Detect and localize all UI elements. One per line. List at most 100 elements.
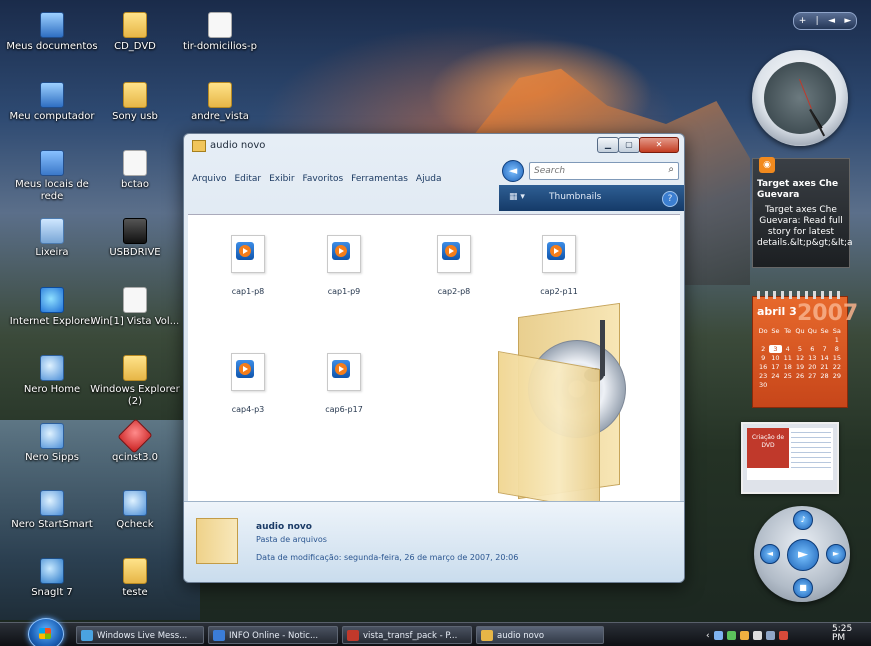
calendar-day[interactable]: 5 <box>794 345 806 353</box>
calendar-day[interactable]: 10 <box>769 354 781 362</box>
desktop-icon-sony-usb[interactable]: Sony usb <box>87 82 183 123</box>
file-item[interactable]: cap1-p9 <box>298 235 390 296</box>
calendar-day[interactable]: 9 <box>757 354 769 362</box>
search-input[interactable] <box>530 163 662 179</box>
calendar-day[interactable]: 23 <box>757 372 769 380</box>
menu-exibir[interactable]: Exibir <box>269 174 294 184</box>
desktop-icon-nero-sipps[interactable]: Nero Sipps <box>4 423 100 464</box>
minimize-button[interactable]: ▁ <box>597 137 619 153</box>
tray-volume-icon[interactable] <box>752 630 762 640</box>
back-button[interactable]: ◄ <box>502 160 524 182</box>
calendar-day[interactable]: 25 <box>782 372 794 380</box>
taskbar-item-audio-novo[interactable]: audio novo <box>476 626 604 644</box>
slideshow-gadget[interactable]: Criação de DVD <box>741 422 839 494</box>
sidebar-add-gadget-button[interactable]: + <box>799 16 807 26</box>
tray-app-icon[interactable] <box>739 630 749 640</box>
sidebar-previous-button[interactable]: ◄ <box>828 16 835 26</box>
taskbar-item-vista-transf-pack[interactable]: vista_transf_pack - P... <box>342 626 472 644</box>
file-item[interactable]: cap6-p17 <box>298 353 390 414</box>
views-button[interactable]: ▦ ▾ <box>509 192 525 202</box>
desktop-icon-qcinst[interactable]: qcinst3.0 <box>87 418 183 464</box>
feed-headlines-gadget[interactable]: ◉ Target axes Che Guevara Target axes Ch… <box>752 157 853 268</box>
desktop-icon-lixeira[interactable]: Lixeira <box>4 218 100 259</box>
stop-button[interactable]: ■ <box>793 578 813 598</box>
menu-arquivo[interactable]: Arquivo <box>192 174 226 184</box>
clock-gadget[interactable] <box>752 50 848 146</box>
desktop-icon-windows-explorer[interactable]: Windows Explorer (2) <box>87 355 183 408</box>
search-icon[interactable]: ⌕ <box>668 164 674 175</box>
calendar-day[interactable]: 24 <box>769 372 781 380</box>
menu-ajuda[interactable]: Ajuda <box>416 174 442 184</box>
calendar-day[interactable]: 3 <box>769 345 782 353</box>
calendar-day[interactable]: 22 <box>831 363 843 371</box>
desktop-icon-andre-vista[interactable]: andre_vista <box>170 82 270 123</box>
calendar-day[interactable]: 17 <box>769 363 781 371</box>
file-item[interactable]: cap2-p11 <box>513 235 605 296</box>
calendar-day[interactable]: 4 <box>782 345 794 353</box>
calendar-day[interactable]: 7 <box>818 345 830 353</box>
calendar-day[interactable]: 8 <box>831 345 843 353</box>
calendar-day[interactable]: 20 <box>806 363 818 371</box>
desktop-icon-snagit[interactable]: SnagIt 7 <box>4 558 100 599</box>
desktop-icon-meus-locais-de-rede[interactable]: Meus locais de rede <box>4 150 100 203</box>
calendar-day[interactable]: 27 <box>806 372 818 380</box>
calendar-day[interactable]: 19 <box>794 363 806 371</box>
desktop-icon-nero-home[interactable]: Nero Home <box>4 355 100 396</box>
tray-sync-icon[interactable] <box>726 630 736 640</box>
previous-track-button[interactable]: ◄ <box>760 544 780 564</box>
desktop-icon-cd-dvd[interactable]: CD_DVD <box>87 12 183 53</box>
play-button[interactable]: ► <box>787 539 819 571</box>
calendar-day[interactable]: 14 <box>818 354 830 362</box>
desktop-icon-tir-domicilios[interactable]: tir-domicilios-p <box>170 12 270 53</box>
close-button[interactable]: ✕ <box>639 137 679 153</box>
tray-expand-icon[interactable]: ‹ <box>706 631 710 641</box>
maximize-button[interactable]: ▢ <box>618 137 640 153</box>
desktop-icon-internet-explorer[interactable]: Internet Explorer <box>4 287 100 328</box>
tray-network-icon[interactable] <box>713 630 723 640</box>
tray-security-icon[interactable] <box>778 630 788 640</box>
calendar-day[interactable]: 30 <box>757 381 769 389</box>
calendar-day[interactable]: 6 <box>806 345 818 353</box>
desktop-icon-teste[interactable]: teste <box>87 558 183 599</box>
calendar-day[interactable]: 15 <box>831 354 843 362</box>
search-box[interactable]: ⌕ <box>529 162 679 180</box>
calendar-day[interactable]: 26 <box>794 372 806 380</box>
start-button[interactable] <box>28 618 64 646</box>
taskbar-item-messenger[interactable]: Windows Live Mess... <box>76 626 204 644</box>
calendar-day[interactable]: 11 <box>782 354 794 362</box>
desktop-icon-meu-computador[interactable]: Meu computador <box>4 82 100 123</box>
window-titlebar[interactable]: audio novo ▁ ▢ ✕ <box>184 134 684 158</box>
next-track-button[interactable]: ► <box>826 544 846 564</box>
desktop-icon-usbdrive[interactable]: USBDRIVE <box>87 218 183 259</box>
sidebar-next-button[interactable]: ► <box>844 16 851 26</box>
desktop-icon-nero-startsmart[interactable]: Nero StartSmart <box>4 490 100 531</box>
menu-ferramentas[interactable]: Ferramentas <box>351 174 408 184</box>
tray-monitor-icon[interactable] <box>765 630 775 640</box>
calendar-day[interactable]: 13 <box>806 354 818 362</box>
calendar-gadget[interactable]: 2007 abril 3 Do Se Te Qu Qu Se Sa 1 2 3 4 5 6 7 8 9 10 11… <box>752 291 858 408</box>
calendar-day[interactable]: 16 <box>757 363 769 371</box>
file-item[interactable]: cap1-p8 <box>202 235 294 296</box>
file-item[interactable]: cap2-p8 <box>408 235 500 296</box>
thumbnails-button[interactable]: Thumbnails <box>549 192 601 202</box>
calendar-day[interactable]: 12 <box>794 354 806 362</box>
taskbar-item-info-online[interactable]: INFO Online - Notic... <box>208 626 338 644</box>
calendar-day[interactable]: 29 <box>831 372 843 380</box>
desktop-icon-meus-documentos[interactable]: Meus documentos <box>4 12 100 53</box>
desktop-icon-win-vista-vol[interactable]: Win[1] Vista Vol... <box>87 287 183 328</box>
calendar-day[interactable]: 18 <box>782 363 794 371</box>
menu-editar[interactable]: Editar <box>234 174 261 184</box>
taskbar-clock[interactable]: 5:25 PM <box>832 625 852 643</box>
desktop-icon-bctao[interactable]: bctao <box>87 150 183 191</box>
file-item[interactable]: cap4-p3 <box>202 353 294 414</box>
desktop-icon-qcheck[interactable]: Qcheck <box>87 490 183 531</box>
help-icon[interactable]: ? <box>662 191 678 207</box>
calendar-day[interactable]: 28 <box>818 372 830 380</box>
calendar-day[interactable]: 2 <box>757 345 769 353</box>
sidebar-controls[interactable]: + | ◄ ► <box>793 12 857 30</box>
menu-favoritos[interactable]: Favoritos <box>303 174 344 184</box>
calendar-day[interactable]: 21 <box>818 363 830 371</box>
volume-button[interactable]: ♪ <box>793 510 813 530</box>
feed-title[interactable]: Target axes Che Guevara <box>757 179 845 201</box>
calendar-day[interactable]: 1 <box>831 336 843 344</box>
